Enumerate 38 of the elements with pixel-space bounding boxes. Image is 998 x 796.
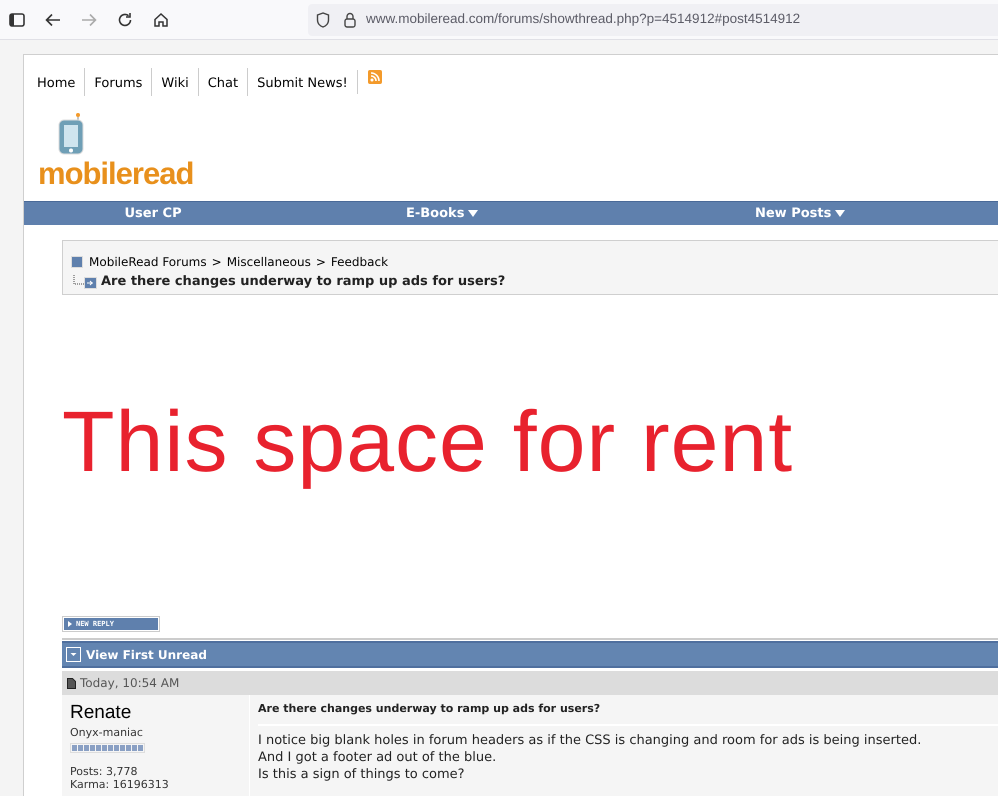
banner-text: This space for rent: [62, 392, 794, 492]
document-icon: [67, 678, 76, 688]
breadcrumb-link[interactable]: MobileRead Forums: [89, 253, 207, 271]
post-text: And I got a footer ad out of the blue.: [258, 748, 498, 766]
thread-title: Are there changes underway to ramp up ads for users?: [101, 273, 506, 291]
shield-icon[interactable]: [316, 12, 330, 28]
breadcrumb-separator: >: [212, 254, 222, 271]
post-text: Is this a sign of things to come?: [258, 766, 466, 782]
home-icon[interactable]: [153, 12, 169, 28]
breadcrumb-separator: >: [316, 254, 326, 271]
post-text: I notice big blank holes in forum headers as if the CSS is changing and room for ads is being inserted.: [258, 732, 922, 748]
breadcrumb-link[interactable]: Feedback: [330, 253, 388, 271]
nav-link[interactable]: Home: [37, 76, 76, 91]
view-first-unread-link[interactable]: View First Unread: [86, 646, 207, 664]
navbar-link[interactable]: New Posts: [754, 204, 846, 224]
post-title: Are there changes underway to ramp up ads for users?: [258, 701, 998, 726]
forum-icon: [71, 256, 83, 268]
nav-link[interactable]: Submit News!: [257, 76, 348, 91]
user-stat: Karma: 16196313: [70, 778, 170, 792]
user-rank: Onyx-maniac: [70, 724, 144, 741]
dropdown-icon[interactable]: [66, 647, 81, 662]
nav-link[interactable]: Wiki: [161, 76, 189, 91]
lock-icon: [344, 12, 356, 28]
breadcrumb-link[interactable]: Miscellaneous: [226, 253, 311, 271]
post-date: Today, 10:54 AM: [80, 675, 180, 692]
reload-icon[interactable]: [117, 12, 133, 28]
navbar-link[interactable]: User CP: [124, 204, 182, 224]
play-icon: [68, 621, 72, 627]
sidebar-icon[interactable]: [9, 12, 25, 26]
user-stat: Posts: 3,778: [70, 765, 138, 778]
nav-link[interactable]: Forums: [94, 76, 142, 91]
tree-connector-icon: [71, 274, 97, 289]
username[interactable]: Renate: [70, 701, 249, 725]
url-text: www.mobileread.com/forums/showthread.php?p=4514912#post4514912: [366, 10, 800, 28]
nav-link[interactable]: Chat: [208, 76, 238, 91]
navbar-link[interactable]: E-Books: [406, 204, 478, 224]
address-bar[interactable]: www.mobileread.com/forums/showthread.php?p=4514912#post4514912: [308, 4, 998, 36]
back-icon[interactable]: [45, 12, 61, 26]
